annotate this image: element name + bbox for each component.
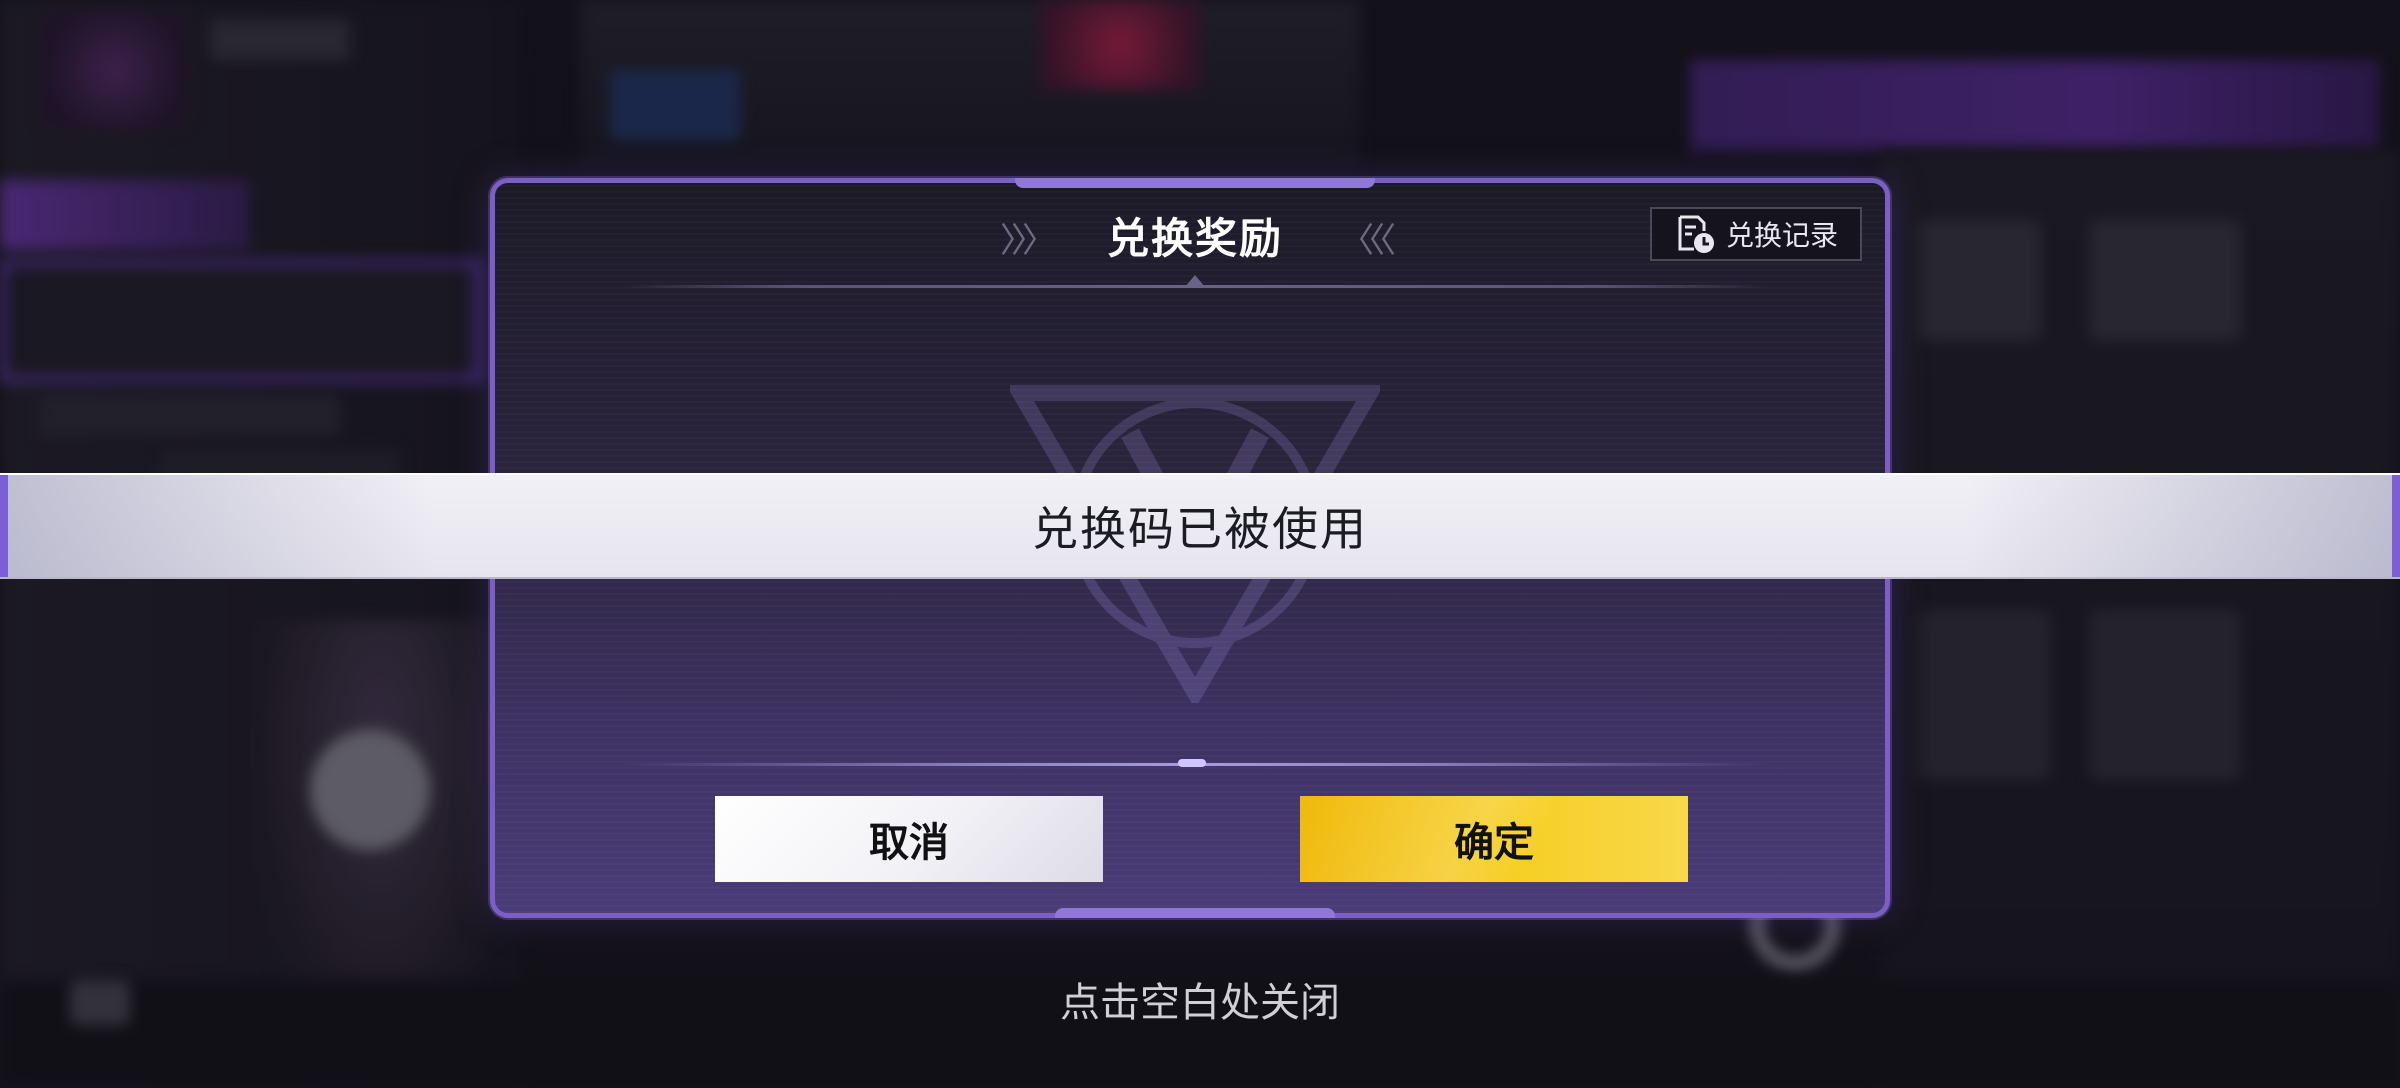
dialog-frame-notch bbox=[1015, 178, 1375, 188]
title-divider-mark bbox=[1185, 275, 1205, 287]
toast-message: 兑换码已被使用 bbox=[1032, 502, 1368, 556]
chevron-arrows-icon: 〈〈〈 bbox=[1340, 221, 1396, 261]
cancel-button[interactable]: 取消 bbox=[715, 796, 1103, 882]
bottom-divider-mark bbox=[1178, 759, 1206, 767]
redeem-history-button[interactable]: 兑换记录 bbox=[1650, 207, 1862, 261]
confirm-button[interactable]: 确定 bbox=[1300, 796, 1688, 882]
screen: 〉〉〉 兑换奖励 〈〈〈 兑换记录 取消 确定 兑换码已被使用 点击空白处关闭 bbox=[0, 0, 2400, 1088]
cancel-button-label: 取消 bbox=[869, 820, 949, 866]
redeem-history-label: 兑换记录 bbox=[1725, 219, 1838, 252]
tap-to-close-hint[interactable]: 点击空白处关闭 bbox=[0, 970, 2400, 1028]
confirm-button-label: 确定 bbox=[1454, 820, 1534, 866]
toast-banner: 兑换码已被使用 bbox=[0, 473, 2400, 579]
dialog-frame-notch bbox=[1055, 908, 1335, 918]
history-record-icon bbox=[1678, 215, 1714, 253]
